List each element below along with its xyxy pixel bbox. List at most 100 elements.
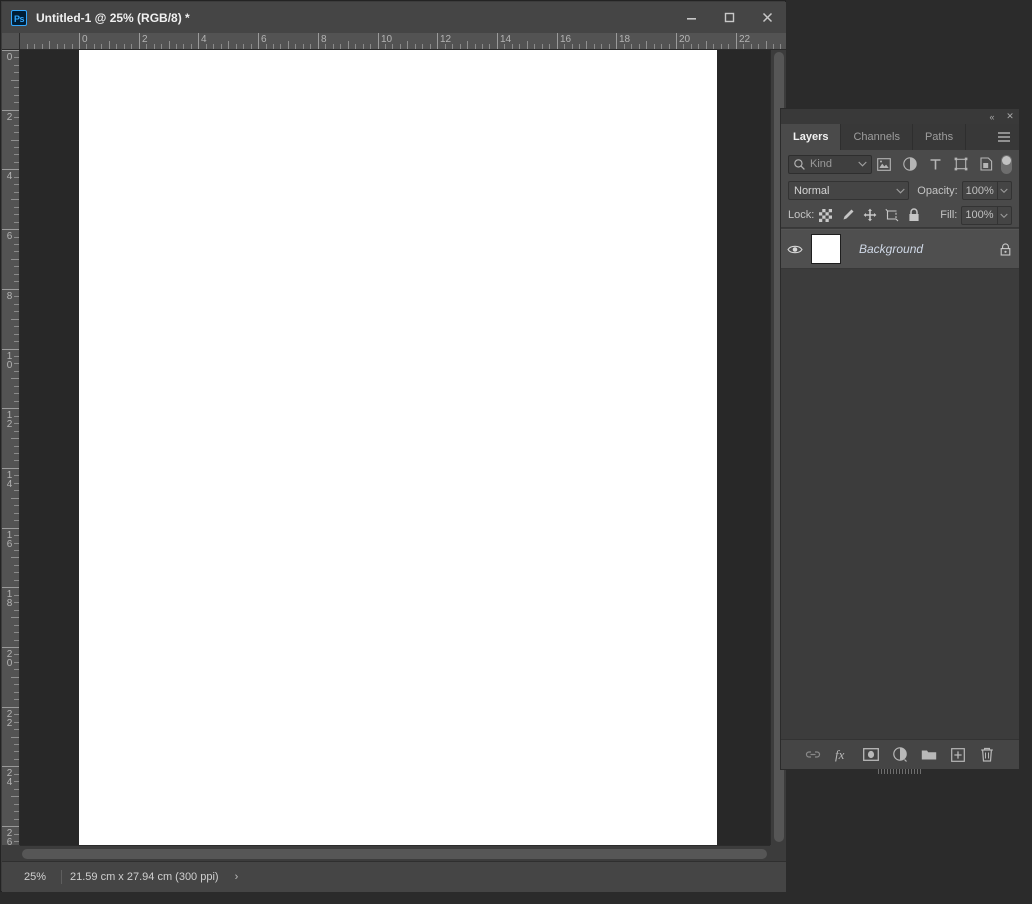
ruler-tick	[295, 44, 296, 49]
canvas-sheet[interactable]	[79, 50, 717, 845]
maximize-button[interactable]	[710, 2, 748, 33]
ruler-label: 10	[6, 351, 13, 371]
ruler-tick	[14, 274, 19, 275]
ruler-tick	[14, 453, 19, 454]
chevron-down-icon[interactable]	[855, 161, 871, 167]
blend-mode-select[interactable]: Normal	[788, 181, 910, 200]
link-layers-button[interactable]	[800, 742, 827, 768]
ruler-tick	[14, 132, 19, 133]
ruler-tick	[11, 796, 19, 797]
ruler-tick	[2, 826, 19, 827]
smart-object-filter-icon[interactable]	[974, 154, 1000, 174]
status-zoom-level[interactable]: 25%	[11, 871, 59, 883]
chevron-down-icon[interactable]	[892, 188, 908, 194]
adjustment-layer-filter-icon[interactable]	[897, 154, 923, 174]
lock-position-icon[interactable]	[859, 205, 880, 225]
ruler-tick	[243, 44, 244, 49]
delete-layer-button[interactable]	[974, 742, 1001, 768]
ruler-tick	[773, 44, 774, 49]
ruler-tick	[14, 781, 19, 782]
fill-stepper-icon[interactable]	[997, 205, 1013, 225]
ruler-tick	[669, 44, 670, 49]
opacity-stepper-icon[interactable]	[997, 181, 1012, 200]
fill-input[interactable]: 100%	[961, 205, 998, 225]
horizontal-scrollbar[interactable]	[20, 845, 770, 861]
tab-channels[interactable]: Channels	[841, 124, 913, 150]
ruler-tick	[101, 44, 102, 49]
document-title: Untitled-1 @ 25% (RGB/8) *	[36, 10, 190, 25]
ruler-tick	[14, 483, 19, 484]
shape-layer-filter-icon[interactable]	[948, 154, 974, 174]
ruler-tick	[14, 184, 19, 185]
ruler-tick	[213, 44, 214, 49]
collapse-panel-icon[interactable]: «	[983, 109, 1001, 124]
type-layer-filter-icon[interactable]	[923, 154, 949, 174]
layer-thumbnail[interactable]	[811, 234, 841, 264]
lock-artboard-nesting-icon[interactable]	[881, 205, 902, 225]
horizontal-scrollbar-thumb[interactable]	[22, 849, 767, 859]
layer-list[interactable]: Background	[781, 229, 1019, 738]
panel-resize-grip[interactable]	[780, 768, 1020, 774]
ruler-tick	[11, 199, 19, 200]
table-row[interactable]: Background	[781, 229, 1019, 269]
horizontal-ruler[interactable]: 0 2 4 6 8 10 12 14 16 18 20 22	[20, 33, 786, 50]
canvas-viewport[interactable]	[20, 50, 770, 845]
layer-locked-icon[interactable]	[991, 230, 1019, 268]
ruler-tick	[2, 229, 19, 230]
ruler-tick	[11, 737, 19, 738]
photoshop-logo-icon: Ps	[11, 9, 27, 26]
ruler-tick	[42, 44, 43, 49]
ruler-tick	[86, 44, 87, 49]
ruler-tick	[534, 44, 535, 49]
ruler-tick	[310, 44, 311, 49]
panel-tab-strip: Layers Channels Paths	[781, 124, 1019, 150]
ruler-tick	[14, 632, 19, 633]
new-adjustment-layer-button[interactable]	[887, 742, 914, 768]
opacity-input[interactable]: 100%	[961, 181, 998, 200]
pixel-layer-filter-icon[interactable]	[872, 154, 898, 174]
fill-label: Fill:	[940, 209, 958, 221]
ruler-tick	[14, 154, 19, 155]
ruler-tick	[14, 334, 19, 335]
ruler-tick	[14, 416, 19, 417]
status-expand-arrow-icon[interactable]: ›	[235, 871, 239, 883]
ruler-corner[interactable]	[2, 33, 20, 50]
panel-resize-grip-dots	[878, 769, 922, 774]
layer-name[interactable]: Background	[859, 242, 991, 256]
close-panel-icon[interactable]: ✕	[1001, 109, 1019, 124]
ruler-tick	[766, 41, 767, 49]
ruler-tick	[11, 80, 19, 81]
ruler-tick	[14, 595, 19, 596]
close-button[interactable]	[748, 2, 786, 33]
layer-style-button[interactable]: fx	[829, 742, 856, 768]
layer-filter-kind-select[interactable]: Kind	[788, 154, 872, 174]
ruler-tick	[14, 72, 19, 73]
new-layer-button[interactable]	[945, 742, 972, 768]
layer-visibility-eye-icon[interactable]	[781, 230, 809, 268]
ruler-tick	[14, 244, 19, 245]
lock-image-pixels-icon[interactable]	[837, 205, 858, 225]
ruler-tick	[624, 44, 625, 49]
tab-paths[interactable]: Paths	[912, 124, 967, 150]
tab-layers[interactable]: Layers	[781, 124, 842, 150]
ruler-tick	[407, 41, 408, 49]
panel-menu-icon[interactable]	[997, 131, 1011, 143]
ruler-tick	[2, 468, 19, 469]
vertical-ruler[interactable]: 02468101214161820222426	[2, 50, 20, 845]
minimize-button[interactable]	[672, 2, 710, 33]
ruler-tick	[11, 140, 19, 141]
ruler-tick	[333, 44, 334, 49]
lock-transparent-pixels-icon[interactable]	[815, 205, 836, 225]
filter-enable-toggle[interactable]	[1001, 154, 1012, 174]
ruler-tick	[751, 44, 752, 49]
ruler-tick	[14, 520, 19, 521]
ruler-tick	[482, 44, 483, 49]
ruler-tick	[14, 341, 19, 342]
new-group-button[interactable]	[916, 742, 943, 768]
ruler-tick	[34, 44, 35, 49]
lock-label: Lock:	[788, 209, 815, 221]
ruler-tick	[14, 602, 19, 603]
add-layer-mask-button[interactable]	[858, 742, 885, 768]
title-bar[interactable]: Ps Untitled-1 @ 25% (RGB/8) *	[2, 2, 786, 33]
lock-all-icon[interactable]	[903, 205, 924, 225]
